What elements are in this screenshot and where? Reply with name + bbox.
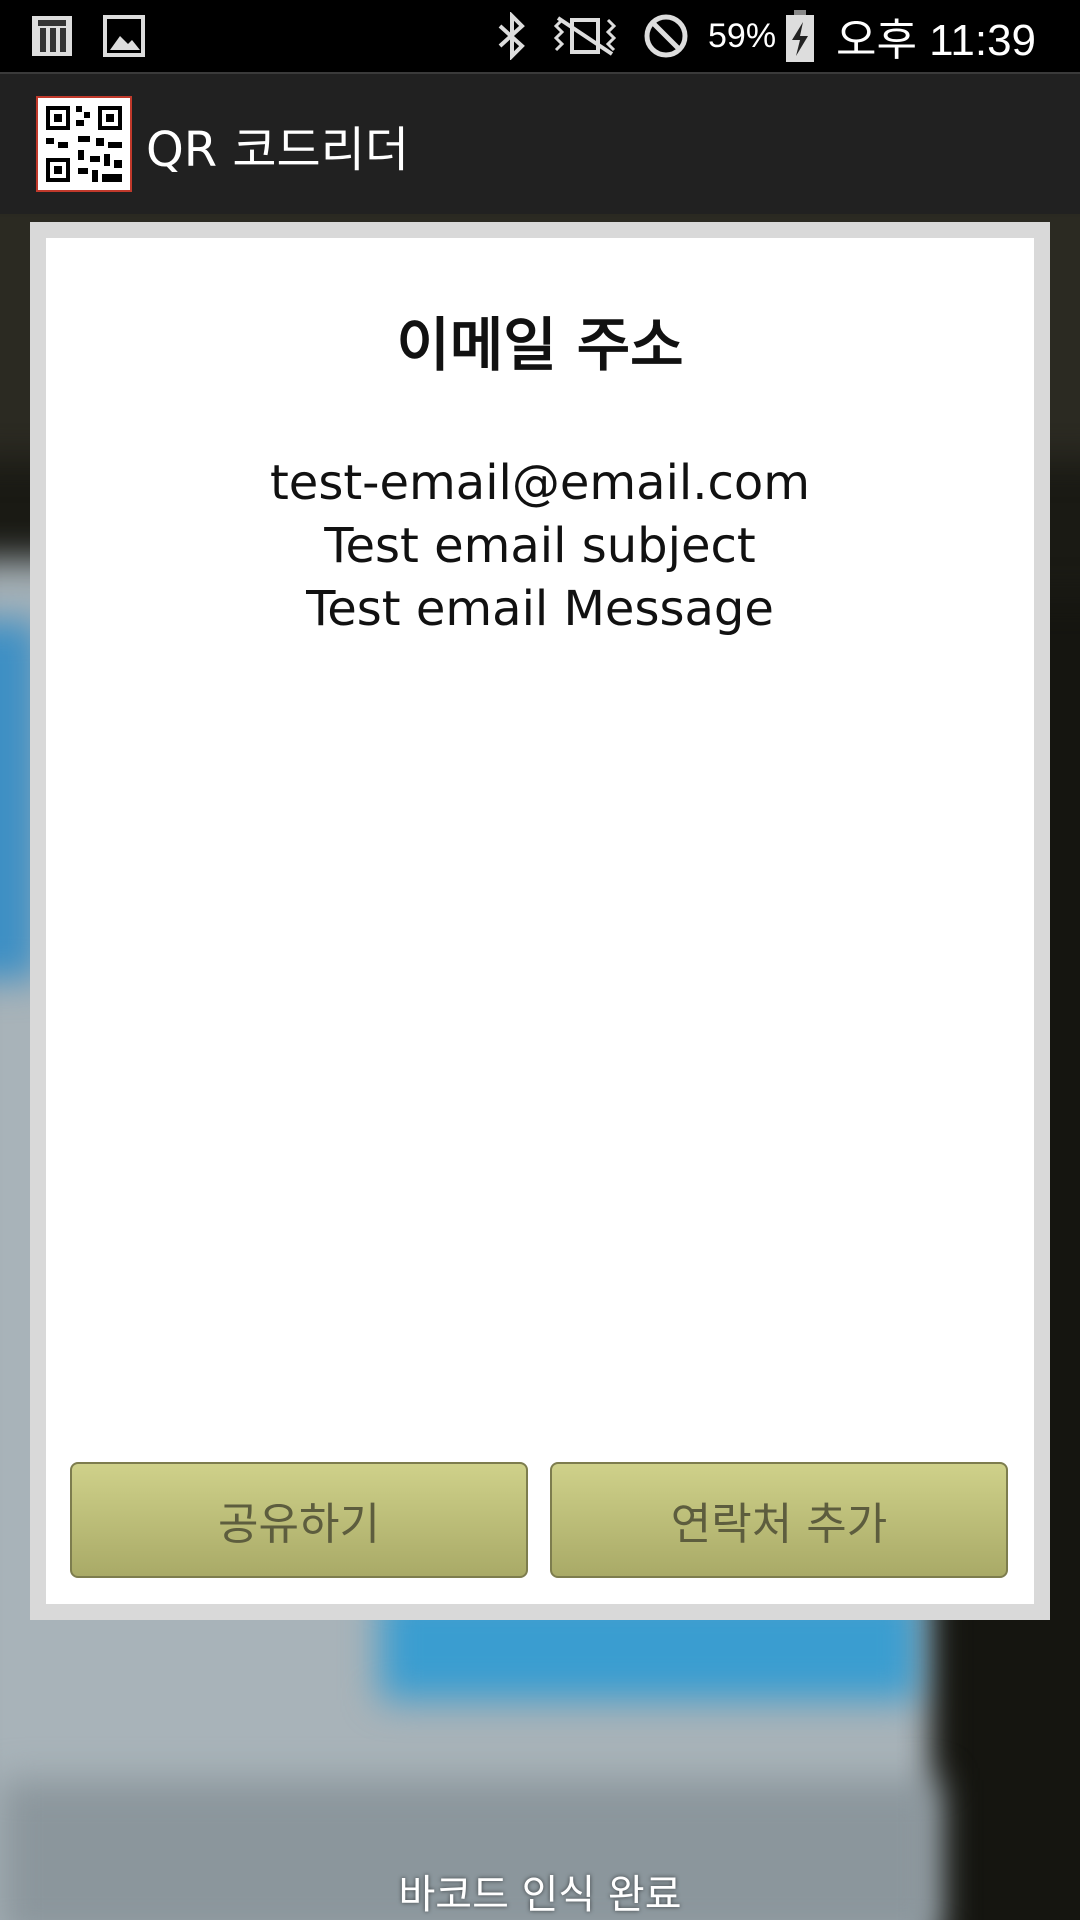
email-subject: Test email subject bbox=[324, 518, 756, 574]
status-bar: 59% 오후 11:39 bbox=[0, 0, 1080, 72]
email-address: test-email@email.com bbox=[269, 455, 811, 511]
result-dialog: 이메일 주소 test-email@email.com Test email s… bbox=[30, 222, 1050, 1620]
status-time: 오후 11:39 bbox=[836, 16, 1037, 65]
share-button[interactable]: 공유하기 bbox=[70, 1462, 528, 1578]
battery-percent: 59% bbox=[708, 16, 777, 55]
email-message: Test email Message bbox=[306, 581, 774, 637]
vibrate-icon bbox=[548, 0, 622, 72]
battery-charging-icon bbox=[784, 0, 816, 72]
dialog-title: 이메일 주소 bbox=[396, 311, 684, 379]
screen: 59% 오후 11:39 QR 코드리더 이메일 주소 test-email@e… bbox=[0, 0, 1080, 1920]
add-contact-button[interactable]: 연락처 추가 bbox=[550, 1462, 1008, 1578]
gallery-icon bbox=[102, 0, 146, 72]
app-title: QR 코드리더 bbox=[146, 122, 410, 178]
app-notification-icon bbox=[30, 0, 74, 72]
bluetooth-icon bbox=[492, 0, 532, 72]
scan-complete-caption: 바코드 인식 완료 bbox=[398, 1872, 682, 1918]
dialog-content: test-email@email.com Test email subject … bbox=[46, 452, 1034, 641]
action-bar: QR 코드리더 bbox=[0, 72, 1080, 214]
qr-code-icon[interactable] bbox=[36, 96, 132, 192]
do-not-disturb-icon bbox=[642, 0, 690, 72]
dialog-panel: 이메일 주소 test-email@email.com Test email s… bbox=[46, 238, 1034, 1604]
